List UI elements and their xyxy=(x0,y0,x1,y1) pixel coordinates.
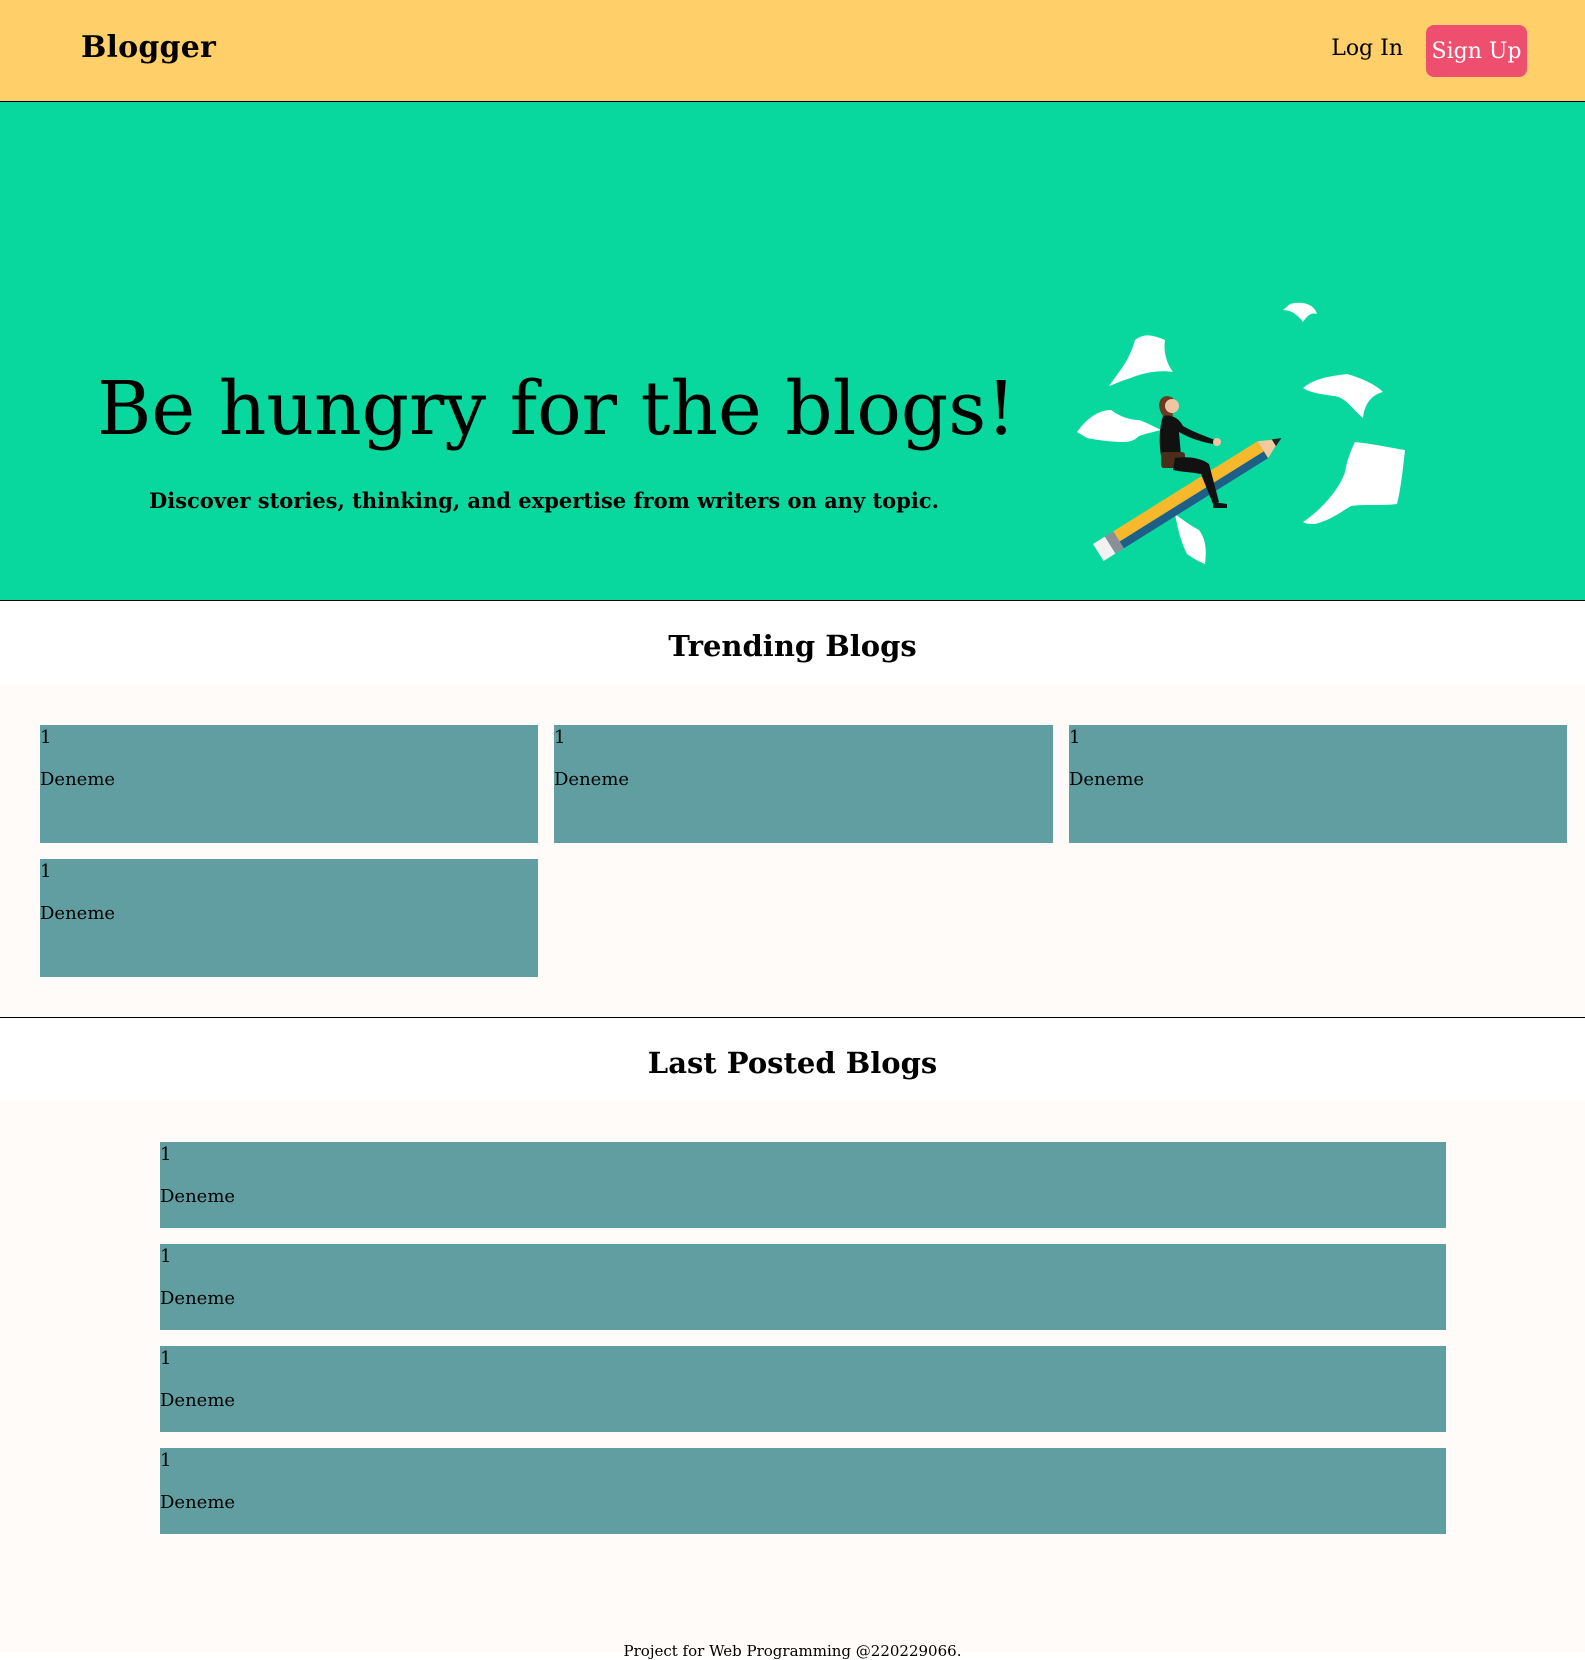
paper-icon xyxy=(1175,514,1206,564)
latest-card[interactable]: 1 Deneme xyxy=(160,1346,1446,1432)
card-title: Deneme xyxy=(160,1390,236,1411)
card-title: Deneme xyxy=(160,1186,236,1207)
card-title: Deneme xyxy=(40,769,116,790)
hero-title: Be hungry for the blogs! xyxy=(97,366,1016,452)
card-title: Deneme xyxy=(160,1288,236,1309)
card-number: 1 xyxy=(160,1450,172,1471)
brand-logo[interactable]: Blogger xyxy=(81,30,216,65)
trending-title: Trending Blogs xyxy=(668,629,917,663)
hero-banner: Be hungry for the blogs! Discover storie… xyxy=(0,102,1585,601)
card-number: 1 xyxy=(160,1348,172,1369)
card-number: 1 xyxy=(40,727,52,748)
latest-card[interactable]: 1 Deneme xyxy=(160,1448,1446,1534)
card-title: Deneme xyxy=(554,769,630,790)
card-title: Deneme xyxy=(40,903,116,924)
trending-card[interactable]: 1 Deneme xyxy=(40,725,538,843)
paper-icon xyxy=(1283,302,1317,322)
card-number: 1 xyxy=(160,1246,172,1267)
trending-card[interactable]: 1 Deneme xyxy=(554,725,1053,843)
footer-text: Project for Web Programming @220229066. xyxy=(623,1642,962,1660)
paper-icon xyxy=(1303,374,1383,418)
latest-card[interactable]: 1 Deneme xyxy=(160,1244,1446,1330)
trending-card[interactable]: 1 Deneme xyxy=(1069,725,1567,843)
card-number: 1 xyxy=(1069,727,1081,748)
signup-button[interactable]: Sign Up xyxy=(1426,25,1527,77)
top-navbar: Blogger Log In Sign Up xyxy=(0,0,1585,102)
login-link[interactable]: Log In xyxy=(1331,36,1403,61)
paper-icon xyxy=(1303,442,1405,524)
hero-subtitle: Discover stories, thinking, and expertis… xyxy=(149,488,939,513)
trending-section: 1 Deneme 1 Deneme 1 Deneme 1 Deneme xyxy=(0,685,1585,1018)
card-title: Deneme xyxy=(160,1492,236,1513)
latest-title: Last Posted Blogs xyxy=(647,1046,938,1080)
card-number: 1 xyxy=(554,727,566,748)
trending-card[interactable]: 1 Deneme xyxy=(40,859,538,977)
card-title: Deneme xyxy=(1069,769,1145,790)
card-number: 1 xyxy=(40,861,52,882)
latest-card[interactable]: 1 Deneme xyxy=(160,1142,1446,1228)
latest-section: 1 Deneme 1 Deneme 1 Deneme 1 Deneme Proj… xyxy=(0,1102,1585,1660)
hero-illustration xyxy=(1077,302,1405,564)
paper-icon xyxy=(1109,335,1173,386)
card-number: 1 xyxy=(160,1144,172,1165)
paper-icon xyxy=(1077,410,1161,442)
